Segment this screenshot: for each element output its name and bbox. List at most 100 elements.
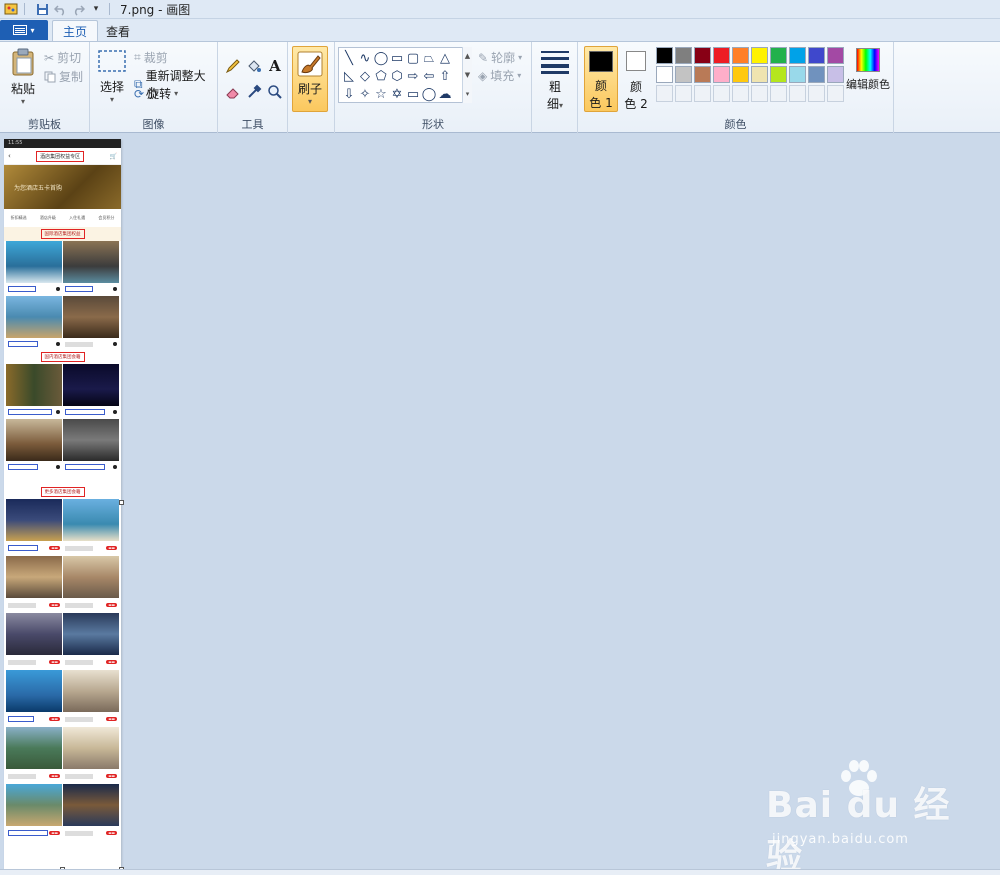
down-arrow-shape-icon[interactable]: ⇩ bbox=[341, 86, 357, 102]
oval-callout-shape-icon[interactable]: ◯ bbox=[421, 86, 437, 102]
rounded-callout-shape-icon[interactable]: ▭ bbox=[405, 86, 421, 102]
color-spectrum-icon bbox=[856, 48, 880, 72]
paste-button[interactable]: 粘贴 ▾ bbox=[8, 48, 38, 106]
six-point-star-shape-icon[interactable]: ✡ bbox=[389, 86, 405, 102]
crop-label: 裁剪 bbox=[143, 51, 168, 65]
rounded-rectangle-shape-icon[interactable]: ▢ bbox=[405, 50, 421, 66]
hexagon-shape-icon[interactable]: ⬡ bbox=[389, 68, 405, 84]
customize-qat-icon[interactable]: ▾ bbox=[89, 2, 103, 16]
resize-handle-right[interactable] bbox=[119, 500, 124, 505]
expand-gallery-icon[interactable]: ▾ bbox=[466, 90, 470, 98]
magnifier-icon[interactable] bbox=[265, 82, 285, 102]
eraser-icon[interactable] bbox=[223, 82, 243, 102]
rectangle-shape-icon[interactable]: ▭ bbox=[389, 50, 405, 66]
color-swatch[interactable] bbox=[827, 47, 844, 64]
color-picker-icon[interactable] bbox=[244, 82, 264, 102]
pencil-icon[interactable] bbox=[223, 56, 243, 76]
text-tool-icon[interactable]: A bbox=[265, 56, 285, 76]
polygon-shape-icon[interactable]: ⏢ bbox=[421, 50, 437, 66]
custom-color-slot[interactable] bbox=[694, 85, 711, 102]
tab-view[interactable]: 查看 bbox=[96, 20, 140, 42]
save-icon[interactable] bbox=[35, 2, 49, 16]
line-shape-icon[interactable]: ╲ bbox=[341, 50, 357, 66]
chevron-up-icon[interactable]: ▲ bbox=[465, 52, 470, 60]
color-swatch[interactable] bbox=[656, 66, 673, 83]
color-swatch[interactable] bbox=[675, 47, 692, 64]
hotel-card: ▬▬ bbox=[6, 670, 62, 726]
custom-color-slot[interactable] bbox=[827, 85, 844, 102]
select-button[interactable]: 选择 ▾ bbox=[96, 50, 128, 104]
section-header: 国内酒店集团会籍 bbox=[4, 350, 121, 364]
color-swatch[interactable] bbox=[808, 47, 825, 64]
brush-button[interactable]: 刷子 ▾ bbox=[292, 46, 328, 112]
hotel-card: ▬▬ bbox=[63, 670, 119, 726]
copy-button[interactable]: 复制 bbox=[44, 68, 83, 85]
color-swatch[interactable] bbox=[751, 47, 768, 64]
size-group: 粗 细▾ bbox=[532, 42, 578, 134]
undo-icon[interactable] bbox=[53, 2, 67, 16]
color-swatch[interactable] bbox=[751, 66, 768, 83]
custom-color-slot[interactable] bbox=[656, 85, 673, 102]
image-canvas[interactable]: 11:55 ‹ 酒店集团权益专区 🛒 为您酒店五卡首购 折扣精选 酒店升级 入住… bbox=[4, 139, 121, 869]
right-triangle-shape-icon[interactable]: ◺ bbox=[341, 68, 357, 84]
color2-button[interactable]: 颜 色 2 bbox=[622, 48, 650, 112]
custom-color-slot[interactable] bbox=[751, 85, 768, 102]
hotel-card: ▬▬ bbox=[6, 727, 62, 783]
pentagon-shape-icon[interactable]: ⬠ bbox=[373, 68, 389, 84]
custom-color-slot[interactable] bbox=[732, 85, 749, 102]
tab-home[interactable]: 主页 bbox=[52, 20, 99, 42]
custom-color-slot[interactable] bbox=[713, 85, 730, 102]
color-swatch[interactable] bbox=[675, 66, 692, 83]
color2-label-1: 颜 bbox=[629, 80, 642, 94]
cloud-callout-shape-icon[interactable]: ☁ bbox=[437, 86, 453, 102]
up-arrow-shape-icon[interactable]: ⇧ bbox=[437, 68, 453, 84]
shapes-scrollbar[interactable]: ▲ ▼ ▾ bbox=[462, 47, 472, 103]
phone-nav-bar: ‹ 酒店集团权益专区 🛒 bbox=[4, 148, 121, 165]
size-button[interactable]: 粗 细▾ bbox=[540, 50, 570, 112]
file-menu-button[interactable]: ▾ bbox=[0, 20, 48, 40]
rotate-button[interactable]: ⟳ 旋转 ▾ bbox=[134, 85, 178, 102]
redo-icon[interactable] bbox=[71, 2, 85, 16]
color-swatch[interactable] bbox=[808, 66, 825, 83]
left-arrow-shape-icon[interactable]: ⇦ bbox=[421, 68, 437, 84]
five-point-star-shape-icon[interactable]: ☆ bbox=[373, 86, 389, 102]
paint-app-icon[interactable] bbox=[4, 2, 18, 16]
clipboard-icon bbox=[11, 48, 35, 76]
custom-color-slot[interactable] bbox=[808, 85, 825, 102]
color-swatch[interactable] bbox=[789, 47, 806, 64]
crop-button[interactable]: ⌗ 裁剪 bbox=[134, 49, 168, 66]
hotel-card: ▬▬ bbox=[63, 613, 119, 669]
color-swatch[interactable] bbox=[789, 66, 806, 83]
custom-color-slot[interactable] bbox=[789, 85, 806, 102]
outline-button[interactable]: ✎ 轮廓 ▾ bbox=[478, 49, 522, 66]
color-swatch[interactable] bbox=[827, 66, 844, 83]
hotel-card bbox=[63, 364, 119, 418]
oval-shape-icon[interactable]: ◯ bbox=[373, 50, 389, 66]
right-arrow-shape-icon[interactable]: ⇨ bbox=[405, 68, 421, 84]
color1-label-1: 颜 bbox=[594, 79, 607, 93]
edit-colors-button[interactable]: 编辑颜色 bbox=[846, 48, 890, 92]
color-swatch[interactable] bbox=[656, 47, 673, 64]
color-swatch[interactable] bbox=[770, 47, 787, 64]
hotel-grid bbox=[4, 364, 121, 473]
color-swatch[interactable] bbox=[694, 47, 711, 64]
custom-color-slot[interactable] bbox=[770, 85, 787, 102]
color-swatch[interactable] bbox=[732, 47, 749, 64]
fill-button[interactable]: ◈ 填充 ▾ bbox=[478, 67, 521, 84]
color-swatch[interactable] bbox=[713, 66, 730, 83]
curve-shape-icon[interactable]: ∿ bbox=[357, 50, 373, 66]
diamond-shape-icon[interactable]: ◇ bbox=[357, 68, 373, 84]
color-swatch[interactable] bbox=[770, 66, 787, 83]
size-label-2: 细▾ bbox=[546, 97, 564, 111]
triangle-shape-icon[interactable]: △ bbox=[437, 50, 453, 66]
cut-button[interactable]: ✂ 剪切 bbox=[44, 49, 81, 66]
color-swatch[interactable] bbox=[694, 66, 711, 83]
color-swatch[interactable] bbox=[732, 66, 749, 83]
custom-color-slot[interactable] bbox=[675, 85, 692, 102]
four-point-star-shape-icon[interactable]: ✧ bbox=[357, 86, 373, 102]
color-swatch[interactable] bbox=[713, 47, 730, 64]
chevron-down-icon[interactable]: ▼ bbox=[465, 71, 470, 79]
selection-icon bbox=[98, 50, 126, 72]
color1-button[interactable]: 颜 色 1 bbox=[584, 46, 618, 112]
fill-bucket-icon[interactable] bbox=[244, 56, 264, 76]
